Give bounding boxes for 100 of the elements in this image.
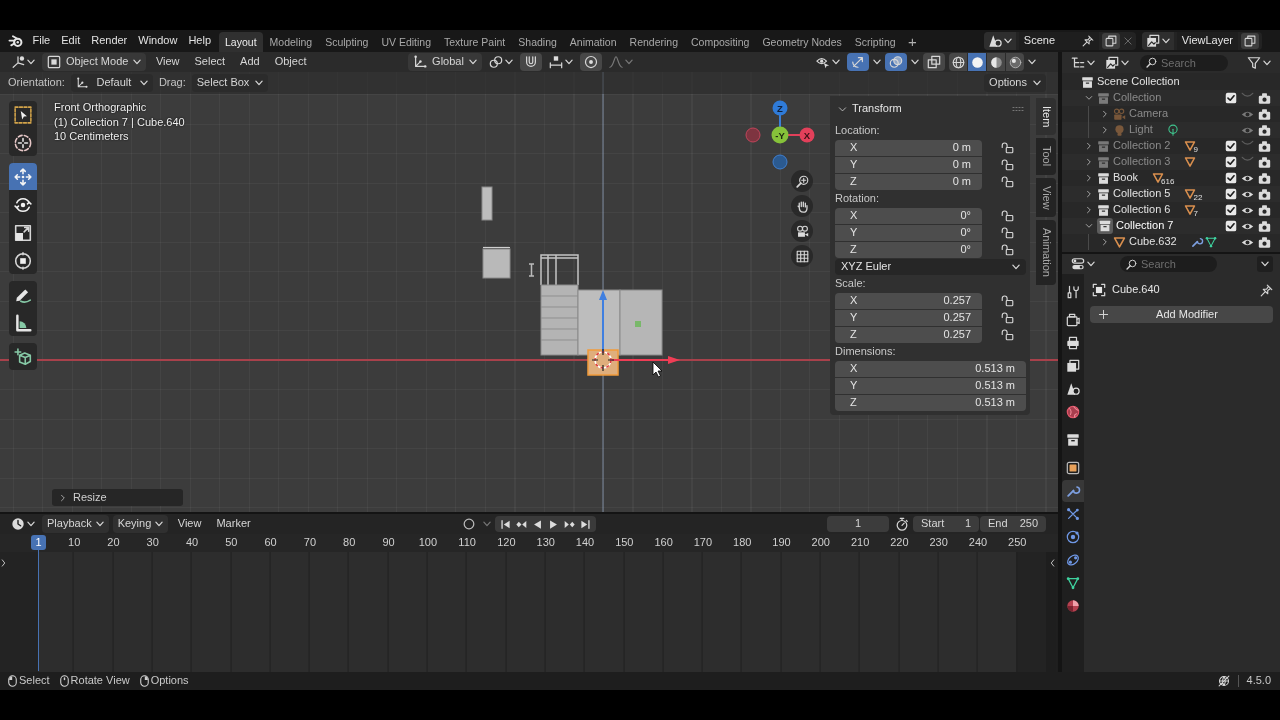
inverted-triangle-icon[interactable] — [1184, 140, 1197, 152]
current-frame-field[interactable]: 1 — [827, 516, 889, 532]
number-field[interactable]: Z 0.257 — [835, 326, 982, 343]
checkbox[interactable] — [1224, 187, 1237, 200]
gizmo-toggle[interactable] — [847, 53, 869, 71]
menu-item[interactable]: Edit — [55, 32, 86, 50]
view-layer-name-field[interactable]: ViewLayer — [1176, 32, 1238, 50]
rotation-mode-dropdown[interactable]: XYZ Euler — [835, 258, 1026, 275]
options-dropdown[interactable]: Options — [984, 74, 1046, 92]
menu-item[interactable]: Render — [85, 32, 133, 50]
photo-camera-icon[interactable] — [1258, 171, 1271, 185]
workspace-tab[interactable]: Geometry Nodes — [755, 32, 849, 52]
axis-arrows[interactable] — [599, 290, 680, 364]
play-icon[interactable] — [547, 518, 559, 530]
unlocked-padlock-icon[interactable] — [1001, 226, 1014, 239]
workspace-tab[interactable]: Animation — [563, 32, 624, 52]
workspace-tab[interactable]: Sculpting — [318, 32, 375, 52]
xray-toggle[interactable] — [923, 53, 945, 71]
viewport-3d[interactable] — [0, 52, 1058, 512]
pan-button[interactable] — [791, 195, 813, 217]
camera-view-button[interactable] — [791, 220, 813, 242]
unlocked-padlock-icon[interactable] — [1001, 209, 1014, 222]
pin-icon[interactable] — [1260, 283, 1273, 297]
start-frame-field[interactable]: Start 1 — [913, 516, 979, 532]
item-name[interactable]: Light — [1129, 123, 1153, 137]
workspace-tab[interactable]: UV Editing — [374, 32, 438, 52]
drag-dropdown[interactable]: Select Box — [191, 74, 269, 92]
workspace-tab[interactable]: Scripting — [848, 32, 903, 52]
unlocked-padlock-icon[interactable] — [1001, 294, 1014, 307]
x-axis-ball[interactable]: X — [799, 127, 815, 143]
photo-camera-icon[interactable] — [1258, 187, 1271, 201]
item-name[interactable]: Book — [1113, 171, 1139, 185]
chevron-down-icon[interactable] — [1085, 94, 1093, 102]
workspace-tab[interactable]: Layout — [218, 32, 264, 52]
chevron-right-icon[interactable] — [1085, 158, 1093, 166]
photo-camera-icon[interactable] — [1258, 123, 1271, 137]
sidebar-tab[interactable]: View — [1036, 177, 1056, 218]
shading-mode-button[interactable] — [1006, 53, 1024, 71]
number-field[interactable]: Z 0.513 m — [835, 394, 1026, 411]
add-modifier-button[interactable]: Add Modifier — [1090, 306, 1273, 323]
end-frame-field[interactable]: End 250 — [980, 516, 1046, 532]
number-field[interactable]: Y 0 m — [835, 156, 982, 173]
grid-button[interactable] — [791, 245, 813, 267]
number-field[interactable]: X 0 m — [835, 139, 982, 156]
app-logo-icon[interactable] — [8, 34, 24, 48]
chevron-right-icon[interactable] — [1101, 238, 1109, 246]
playhead-frame-label[interactable]: 1 — [31, 535, 46, 550]
unlocked-padlock-icon[interactable] — [1001, 141, 1014, 154]
scene-name-field[interactable]: Scene — [1018, 32, 1099, 50]
number-field[interactable]: Y 0.513 m — [835, 377, 1026, 394]
inverted-triangle-icon[interactable] — [1184, 204, 1197, 216]
unlocked-padlock-icon[interactable] — [1001, 158, 1014, 171]
menu-item[interactable]: Help — [182, 32, 217, 50]
search-field[interactable]: Search — [1140, 54, 1228, 71]
unlocked-padlock-icon[interactable] — [1001, 175, 1014, 188]
playhead-line[interactable] — [37, 550, 40, 671]
shading-mode-button[interactable] — [949, 53, 967, 71]
checkbox[interactable] — [1224, 91, 1237, 104]
workspace-tab[interactable]: Modeling — [263, 32, 319, 52]
shading-mode-button[interactable] — [987, 53, 1005, 71]
sidebar-tab[interactable]: Animation — [1036, 220, 1056, 286]
photo-camera-icon[interactable] — [1258, 219, 1271, 233]
close-icon[interactable] — [1122, 36, 1133, 46]
item-name[interactable]: Collection 5 — [1113, 187, 1171, 201]
number-field[interactable]: Z 0 m — [835, 173, 982, 190]
bulb-outline-icon[interactable] — [1166, 124, 1179, 136]
chevron-down-icon[interactable] — [1085, 222, 1093, 230]
checkbox[interactable] — [1224, 155, 1237, 168]
unlocked-padlock-icon[interactable] — [1001, 243, 1014, 256]
duplicate-view-layer-button[interactable] — [1241, 33, 1259, 49]
photo-camera-icon[interactable] — [1258, 107, 1271, 121]
options-dropdown-button[interactable] — [1257, 256, 1273, 272]
view-layer-browse-button[interactable] — [1141, 32, 1174, 50]
chevron-right-icon[interactable] — [1085, 206, 1093, 214]
photo-camera-icon[interactable] — [1258, 91, 1271, 105]
stopwatch-icon[interactable] — [895, 517, 909, 531]
workspace-tab[interactable]: Texture Paint — [437, 32, 512, 52]
photo-camera-icon[interactable] — [1258, 155, 1271, 169]
overlay-toggle[interactable] — [885, 53, 907, 71]
search-field[interactable]: Search — [1120, 256, 1217, 272]
globe-slash-icon[interactable] — [1217, 675, 1230, 687]
chevron-right-icon[interactable] — [1101, 126, 1109, 134]
item-name[interactable]: Scene Collection — [1097, 75, 1180, 89]
menu-item[interactable]: Playback — [42, 515, 109, 533]
menu-item[interactable]: View — [150, 53, 186, 71]
photo-camera-icon[interactable] — [1258, 203, 1271, 217]
number-field[interactable]: Z 0° — [835, 241, 982, 258]
inverted-triangle-icon[interactable] — [1184, 156, 1197, 168]
menu-item[interactable]: File — [27, 32, 56, 50]
sidebar-tab[interactable]: Item — [1036, 98, 1056, 136]
menu-item[interactable]: Add — [234, 53, 266, 71]
chevron-right-icon[interactable] — [1085, 190, 1093, 198]
item-name[interactable]: Cube.632 — [1129, 235, 1177, 249]
number-field[interactable]: X 0.257 — [835, 292, 982, 309]
menu-item[interactable]: Object — [269, 53, 312, 71]
duplicate-scene-button[interactable] — [1101, 33, 1120, 49]
play-reverse-icon[interactable] — [531, 518, 543, 530]
last-operator-panel[interactable]: Resize — [52, 489, 183, 506]
menu-item[interactable]: Select — [189, 53, 231, 71]
transform-panel-header[interactable]: Transform — [835, 100, 1026, 118]
